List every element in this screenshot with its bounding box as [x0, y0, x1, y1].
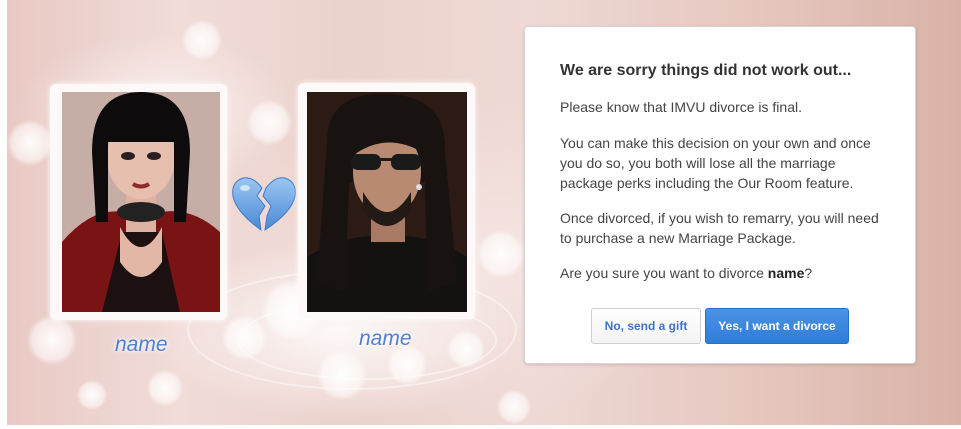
bokeh-light [477, 230, 525, 278]
dialog-paragraph-final: Please know that IMVU divorce is final. [560, 99, 802, 115]
female-avatar-illustration [62, 92, 220, 312]
bokeh-light [247, 100, 292, 145]
male-avatar-illustration [307, 92, 467, 312]
bokeh-light [182, 20, 222, 60]
bokeh-light [77, 380, 107, 410]
dialog-question: Are you sure you want to divorce name? [560, 263, 890, 283]
dialog-paragraph-perks: You can make this decision on your own a… [560, 135, 871, 191]
partner-right-avatar [307, 92, 467, 312]
question-prefix: Are you sure you want to divorce [560, 265, 768, 281]
question-partner-name: name [767, 265, 805, 281]
dialog-paragraph-remarry: Once divorced, if you wish to remarry, y… [560, 210, 879, 246]
partner-left-avatar [62, 92, 220, 312]
bokeh-light [7, 120, 53, 166]
confirm-divorce-button[interactable]: Yes, I want a divorce [705, 308, 849, 344]
partner-left-name: name [115, 333, 168, 356]
partner-right-name: name [359, 327, 412, 350]
bokeh-light [27, 315, 77, 365]
bokeh-light [497, 390, 531, 424]
bokeh-light [147, 370, 183, 406]
dialog-title: We are sorry things did not work out... [560, 62, 852, 79]
send-gift-button[interactable]: No, send a gift [591, 308, 701, 344]
divorce-confirmation-dialog: We are sorry things did not work out... … [524, 26, 916, 364]
question-suffix: ? [804, 265, 813, 281]
broken-heart-icon [231, 174, 297, 234]
